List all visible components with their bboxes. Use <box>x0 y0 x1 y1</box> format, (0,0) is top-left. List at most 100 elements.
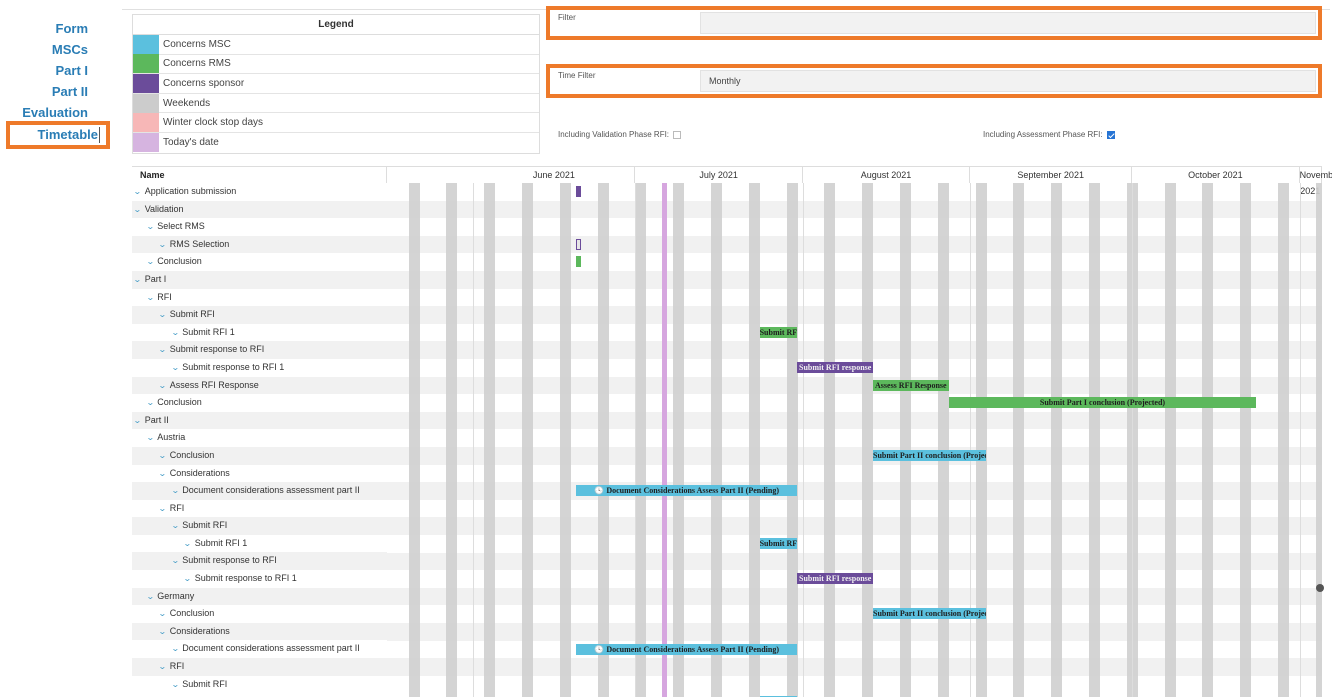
task-row[interactable]: ⌄ Submit RFI <box>132 517 387 535</box>
task-row[interactable]: ⌄ Submit RFI <box>132 306 387 324</box>
chevron-down-icon[interactable]: ⌄ <box>145 253 154 271</box>
chevron-down-icon[interactable]: ⌄ <box>158 377 167 395</box>
chevron-down-icon[interactable]: ⌄ <box>145 429 154 447</box>
gantt-bar[interactable]: Submit RFI response <box>797 362 873 373</box>
month-divider <box>802 183 804 697</box>
task-row[interactable]: ⌄ Submit RFI 1 <box>132 535 387 553</box>
task-row[interactable]: ⌄ Austria <box>132 429 387 447</box>
assessment-rfi-toggle[interactable]: Including Assessment Phase RFI: <box>983 130 1115 139</box>
gantt-bar[interactable]: Submit RFI <box>759 538 798 549</box>
task-row[interactable]: ⌄ Document considerations assessment part… <box>132 640 387 658</box>
task-row[interactable]: ⌄ Submit response to RFI <box>132 341 387 359</box>
gantt-bar[interactable] <box>576 238 582 250</box>
chevron-down-icon[interactable]: ⌄ <box>145 218 154 236</box>
chevron-down-icon[interactable]: ⌄ <box>133 201 142 219</box>
task-row[interactable]: ⌄ Assess RFI Response <box>132 376 387 395</box>
chevron-down-icon[interactable]: ⌄ <box>158 658 167 676</box>
task-row[interactable]: ⌄ RFI <box>132 658 387 676</box>
task-row[interactable]: ⌄ Submit response to RFI <box>132 552 387 571</box>
chevron-down-icon[interactable]: ⌄ <box>133 271 142 289</box>
gantt-bar[interactable]: 🕓 Document Considerations Assess Part II… <box>576 643 798 655</box>
task-row[interactable]: ⌄ Validation <box>132 200 387 219</box>
task-row[interactable]: ⌄ Submit RFI <box>132 676 387 694</box>
task-row[interactable]: ⌄ Submit RFI 1 <box>132 324 387 342</box>
task-row[interactable]: ⌄ Considerations <box>132 622 387 641</box>
task-row[interactable]: ⌄ Conclusion <box>132 605 387 623</box>
chevron-down-icon[interactable]: ⌄ <box>158 623 167 641</box>
task-label: Part II <box>144 414 169 425</box>
gantt-bar[interactable]: Submit Part I conclusion (Projected) <box>948 397 1257 409</box>
chevron-down-icon[interactable]: ⌄ <box>170 324 179 342</box>
task-row[interactable]: ⌄ Conclusion <box>132 446 387 465</box>
chevron-down-icon[interactable]: ⌄ <box>158 447 167 465</box>
assessment-rfi-checkbox[interactable] <box>1106 130 1115 139</box>
weekend-stripe <box>1315 183 1322 697</box>
task-row[interactable]: ⌄ Part I <box>132 270 387 289</box>
validation-rfi-toggle[interactable]: Including Validation Phase RFI: <box>558 130 682 139</box>
task-row[interactable]: ⌄ Application submission <box>132 183 387 201</box>
gantt-bar[interactable]: Submit Part II conclusion (Projected) <box>873 608 987 620</box>
chevron-down-icon[interactable]: ⌄ <box>158 465 167 483</box>
scroll-handle[interactable] <box>1316 584 1324 592</box>
chevron-down-icon[interactable]: ⌄ <box>170 359 179 377</box>
gantt-bar[interactable]: Submit RFI response <box>797 573 873 585</box>
chevron-down-icon[interactable]: ⌄ <box>158 341 167 359</box>
weekend-stripe <box>975 183 987 697</box>
chevron-down-icon[interactable]: ⌄ <box>158 306 167 324</box>
task-row[interactable]: ⌄ Submit response to RFI 1 <box>132 570 387 588</box>
gantt-bar[interactable]: Submit RFI <box>759 326 798 338</box>
validation-rfi-checkbox[interactable] <box>673 130 682 139</box>
legend-label: Concerns sponsor <box>163 77 245 89</box>
chevron-down-icon[interactable]: ⌄ <box>170 640 179 658</box>
chevron-down-icon[interactable]: ⌄ <box>145 289 154 307</box>
task-row[interactable]: ⌄ Considerations <box>132 465 387 483</box>
filter-input[interactable] <box>700 12 1316 34</box>
gantt-bar[interactable] <box>576 186 582 197</box>
chevron-down-icon[interactable]: ⌄ <box>170 552 179 570</box>
chevron-down-icon[interactable]: ⌄ <box>145 394 154 412</box>
task-row[interactable]: ⌄ Germany <box>132 587 387 606</box>
gantt-bar[interactable]: Submit Part II conclusion (Projected) <box>873 450 987 461</box>
legend-item: Today's date <box>133 133 539 153</box>
gantt-bar[interactable]: Assess RFI Response <box>873 379 949 391</box>
legend-swatch <box>133 34 159 54</box>
validation-rfi-label: Including Validation Phase RFI: <box>558 130 670 139</box>
task-row[interactable]: ⌄ Document considerations assessment part… <box>132 482 387 500</box>
task-label: Document considerations assessment part … <box>182 643 360 654</box>
chevron-down-icon[interactable]: ⌄ <box>183 535 192 553</box>
month-header: June 2021 <box>473 167 636 183</box>
chevron-down-icon[interactable]: ⌄ <box>145 588 154 606</box>
nav-part-i[interactable]: Part I <box>0 60 118 81</box>
chevron-down-icon[interactable]: ⌄ <box>158 236 167 254</box>
chevron-down-icon[interactable]: ⌄ <box>170 517 179 535</box>
task-row[interactable]: ⌄ RMS Selection <box>132 235 387 254</box>
chevron-down-icon[interactable]: ⌄ <box>170 482 179 500</box>
weekend-stripe <box>748 183 760 697</box>
time-filter-select[interactable]: Monthly <box>700 70 1316 92</box>
chevron-down-icon[interactable]: ⌄ <box>158 500 167 518</box>
task-row[interactable]: ⌄ Submit response to RFI 1 <box>132 359 387 377</box>
nav-timetable[interactable]: Timetable <box>6 121 110 149</box>
gantt-bar[interactable]: 🕓 Document Considerations Assess Part II… <box>576 485 798 497</box>
weekend-stripe <box>711 183 722 697</box>
chevron-down-icon[interactable]: ⌄ <box>133 183 142 201</box>
chevron-down-icon[interactable]: ⌄ <box>183 570 192 588</box>
gantt-chart-area: Submit RFI Submit RFI response Assess RFI … <box>387 183 1322 697</box>
gantt-bar[interactable] <box>576 256 582 268</box>
task-label: Validation <box>144 203 184 214</box>
chevron-down-icon[interactable]: ⌄ <box>158 605 167 623</box>
chevron-down-icon[interactable]: ⌄ <box>170 676 179 694</box>
chevron-down-icon[interactable]: ⌄ <box>133 412 142 430</box>
task-row[interactable]: ⌄ Select RMS <box>132 218 387 236</box>
weekend-stripe <box>1013 183 1025 697</box>
task-row[interactable]: ⌄ Conclusion <box>132 394 387 412</box>
task-row[interactable]: ⌄ Conclusion <box>132 253 387 271</box>
weekend-stripe <box>522 183 533 697</box>
nav-evaluation[interactable]: Evaluation <box>0 102 118 123</box>
nav-mscs[interactable]: MSCs <box>0 39 118 60</box>
task-row[interactable]: ⌄ Part II <box>132 411 387 430</box>
nav-part-ii[interactable]: Part II <box>0 81 118 102</box>
nav-form[interactable]: Form <box>0 18 118 39</box>
task-row[interactable]: ⌄ RFI <box>132 500 387 518</box>
task-row[interactable]: ⌄ RFI <box>132 289 387 307</box>
